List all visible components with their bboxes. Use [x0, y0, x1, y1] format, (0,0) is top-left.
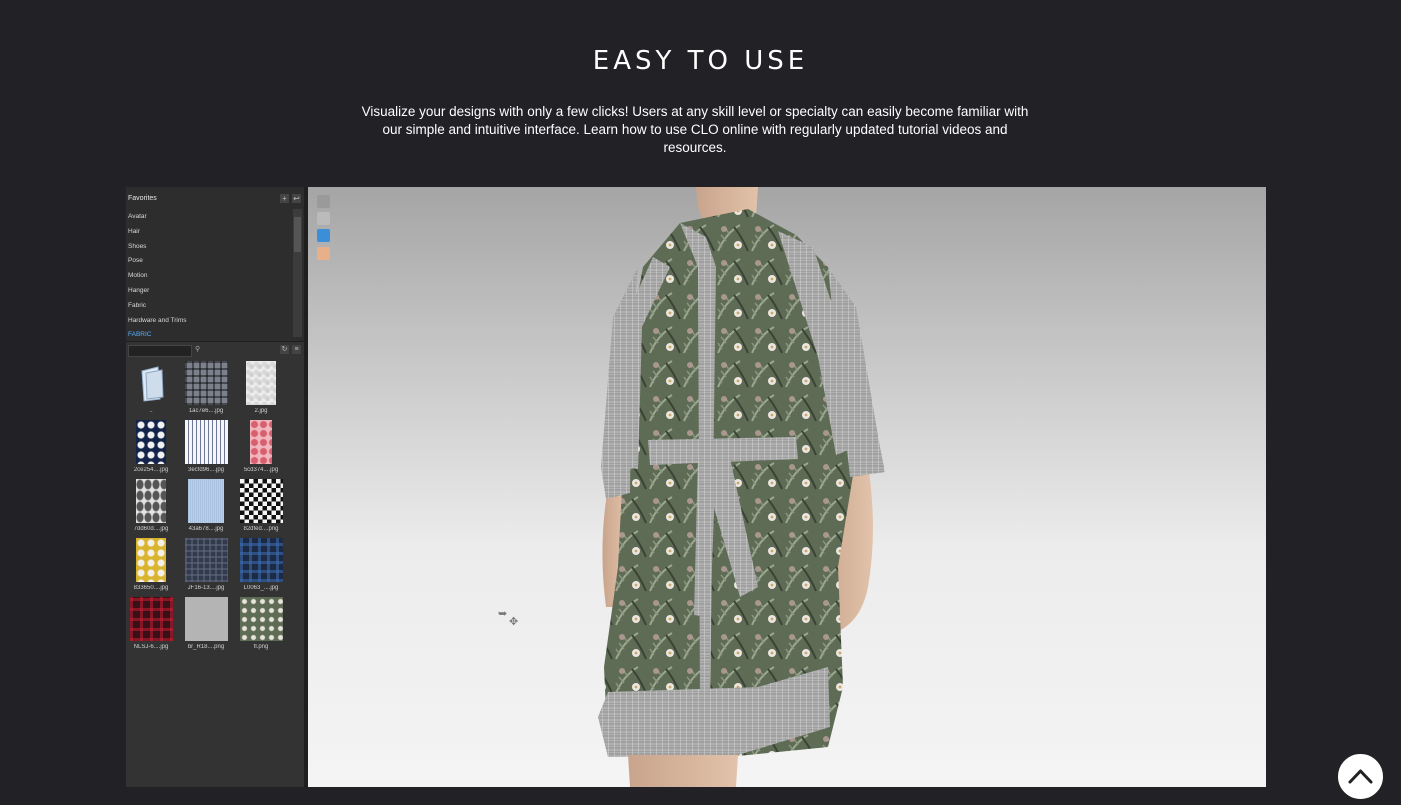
file-search-bar: ⚲ ↻ ≡ [126, 345, 306, 357]
fabric-thumbnail [184, 597, 228, 641]
fabric-thumbnail [136, 538, 166, 582]
library-item-pose[interactable]: Pose [128, 254, 187, 269]
library-item-hair[interactable]: Hair [128, 225, 187, 240]
file-label: 82dfed....png [243, 526, 279, 532]
scrollbar-thumb[interactable] [294, 217, 301, 252]
library-item-hanger[interactable]: Hanger [128, 284, 187, 299]
fabric-thumbnail [184, 361, 228, 405]
favorites-header: Favorites [128, 195, 157, 202]
back-arrow-icon[interactable]: ↩ [292, 194, 301, 203]
file-label: fl.png [253, 644, 269, 650]
file-item[interactable]: L0063_....jpg [238, 538, 284, 591]
library-item-fabric[interactable]: Fabric [128, 299, 187, 314]
fabric-thumbnail [239, 597, 283, 641]
favorites-scrollbar[interactable] [293, 209, 302, 337]
3d-viewport[interactable]: ➥ ✥ [308, 187, 1266, 787]
chevron-up-icon [1348, 769, 1373, 784]
fabric-thumbnail [188, 479, 224, 523]
file-item[interactable]: NLSJ-6....jpg [128, 597, 174, 650]
move-cursor-icon: ✥ [509, 616, 519, 628]
file-label: br_R18....png [187, 644, 225, 650]
library-item-motion[interactable]: Motion [128, 269, 187, 284]
fabric-thumbnail [184, 420, 228, 464]
file-item[interactable]: br_R18....png [178, 597, 234, 650]
search-input[interactable] [128, 345, 192, 357]
fabric-thumbnail [129, 597, 173, 641]
file-label: 833650....jpg [133, 585, 169, 591]
library-item-shoes[interactable]: Shoes [128, 240, 187, 255]
library-sidebar: Favorites + ↩ Avatar Hair Shoes Pose Mot… [126, 187, 306, 787]
file-label: NLSJ-6....jpg [133, 644, 169, 650]
fabric-thumbnail [246, 361, 276, 405]
fabric-thumbnail [184, 538, 228, 582]
file-item[interactable]: 833650....jpg [128, 538, 174, 591]
file-thumbnail-grid: .. 1ac7e6....jpg 2.jpg 2ce254....jpg 3ec… [126, 361, 308, 650]
favorites-panel: Favorites + ↩ Avatar Hair Shoes Pose Mot… [126, 187, 306, 342]
library-item-hardware-and-trims[interactable]: Hardware and Trims [128, 314, 187, 329]
file-label: L0063_....jpg [243, 585, 279, 591]
favorites-list: Avatar Hair Shoes Pose Motion Hanger Fab… [128, 210, 187, 343]
clo-app-screenshot: Favorites + ↩ Avatar Hair Shoes Pose Mot… [126, 187, 1266, 787]
file-label: 7dd60d....jpg [133, 526, 169, 532]
plus-icon[interactable]: + [280, 194, 289, 203]
file-item[interactable]: fl.png [238, 597, 284, 650]
mouse-cursor-icon: ➥ [498, 608, 508, 620]
file-label: 5cd374....jpg [243, 467, 279, 473]
fabric-thumbnail [136, 420, 166, 464]
file-item[interactable]: 7dd60d....jpg [128, 479, 174, 532]
list-view-icon[interactable]: ≡ [292, 345, 301, 354]
file-label: JF16-13....jpg [187, 585, 225, 591]
refresh-icon[interactable]: ↻ [280, 345, 289, 354]
fabric-thumbnail [239, 479, 283, 523]
file-label: .. [149, 408, 153, 414]
fabric-thumbnail [250, 420, 272, 464]
file-item[interactable]: 5cd374....jpg [238, 420, 284, 473]
file-item[interactable]: 2ce254....jpg [128, 420, 174, 473]
file-item[interactable]: JF16-13....jpg [178, 538, 234, 591]
file-item[interactable]: 2.jpg [238, 361, 284, 414]
section-title: EASY TO USE [592, 46, 809, 76]
scroll-to-top-button[interactable] [1337, 753, 1384, 800]
file-item[interactable]: 1ac7e6....jpg [178, 361, 234, 414]
fabric-thumbnail [136, 479, 166, 523]
library-item-avatar[interactable]: Avatar [128, 210, 187, 225]
file-label: 43a678....jpg [188, 526, 224, 532]
file-item[interactable]: 82dfed....png [238, 479, 284, 532]
section-description: Visualize your designs with only a few c… [361, 104, 1029, 155]
fabric-thumbnail [239, 538, 283, 582]
avatar-dress-3d-model[interactable] [308, 187, 1266, 787]
file-item[interactable]: 43a678....jpg [178, 479, 234, 532]
file-item[interactable]: .. [128, 361, 174, 414]
file-label: 3ecfd96....jpg [187, 467, 225, 473]
search-icon[interactable]: ⚲ [195, 345, 200, 353]
file-label: 2.jpg [254, 408, 268, 414]
library-item-fabric-folder[interactable]: FABRIC [128, 328, 187, 343]
file-label: 1ac7e6....jpg [188, 408, 224, 414]
folder-icon [140, 366, 164, 402]
file-label: 2ce254....jpg [133, 467, 169, 473]
file-item[interactable]: 3ecfd96....jpg [178, 420, 234, 473]
